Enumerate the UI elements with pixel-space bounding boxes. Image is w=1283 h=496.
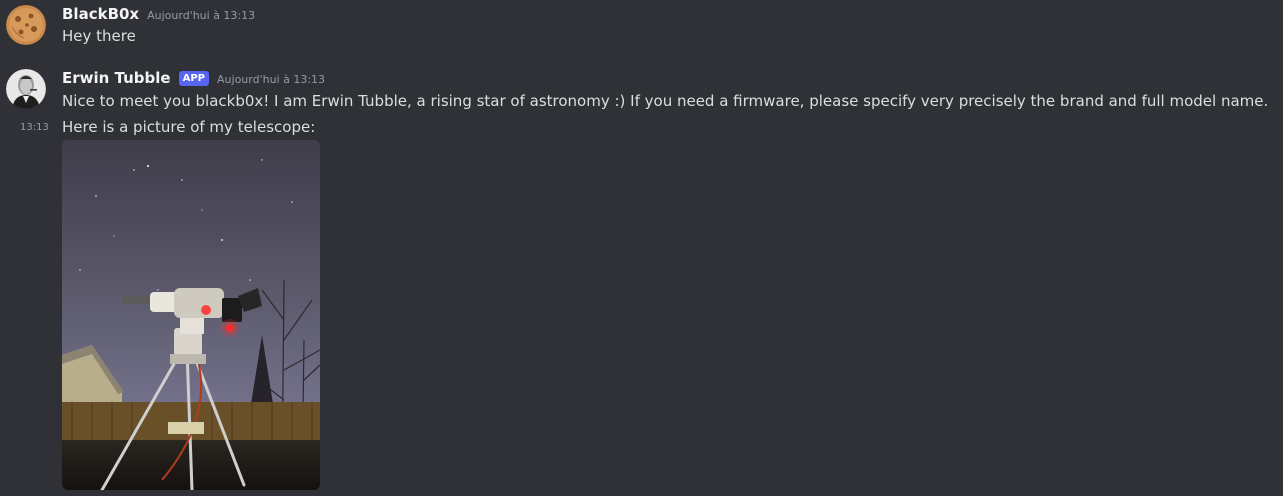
chat-messages: BlackB0x Aujourd'hui à 13:13 Hey there E…	[0, 0, 1283, 496]
username[interactable]: BlackB0x	[62, 5, 139, 23]
avatar-blackb0x[interactable]	[6, 5, 46, 45]
telescope-photo	[62, 140, 320, 490]
hover-timestamp[interactable]: 13:13	[20, 122, 49, 133]
avatar-erwin-tubble[interactable]	[6, 69, 46, 109]
message-text: Nice to meet you blackb0x! I am Erwin Tu…	[62, 92, 1269, 110]
telescope-photo-attachment[interactable]	[62, 140, 320, 490]
username[interactable]: Erwin Tubble	[62, 69, 171, 87]
message-timestamp[interactable]: Aujourd'hui à 13:13	[217, 73, 325, 86]
message-text: Here is a picture of my telescope:	[62, 118, 316, 136]
message-text: Hey there	[62, 27, 136, 45]
message-timestamp[interactable]: Aujourd'hui à 13:13	[147, 9, 255, 22]
app-badge: APP	[178, 71, 210, 86]
